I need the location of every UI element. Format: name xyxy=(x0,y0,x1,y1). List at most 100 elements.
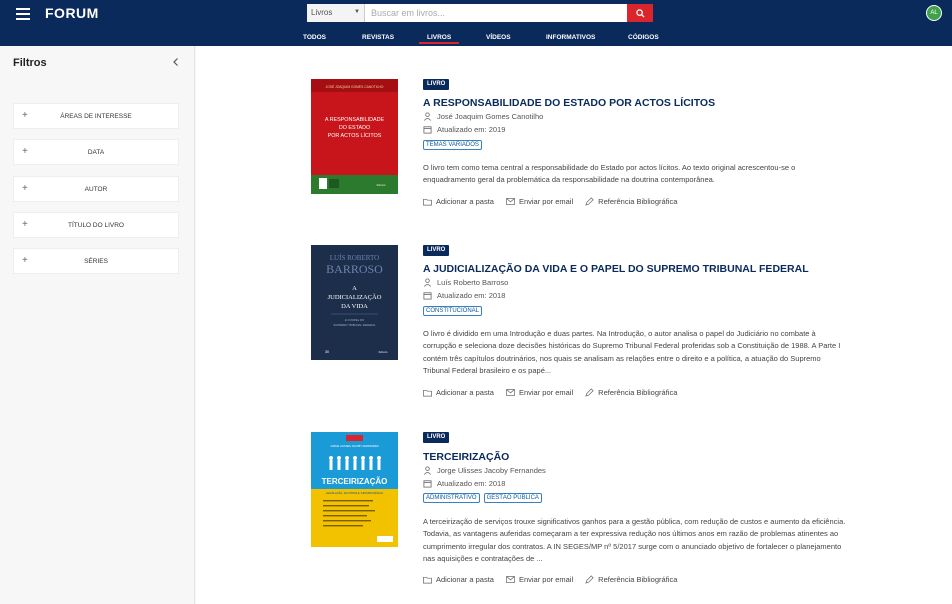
filter-areas-de-interesse[interactable]: + ÁREAS DE INTERESSE xyxy=(13,103,179,129)
tab-revistas[interactable]: REVISTAS xyxy=(362,34,394,41)
search-button[interactable] xyxy=(627,4,653,22)
search-scope-select[interactable]: Livros ▼ xyxy=(307,4,365,22)
svg-text:A RESPONSABILIDADE: A RESPONSABILIDADE xyxy=(325,117,385,123)
book-cover[interactable]: LUÍS ROBERTO BARROSO A JUDICIALIZAÇÃO DA… xyxy=(311,245,398,360)
search-bar: Livros ▼ xyxy=(307,4,653,22)
author-name: Jorge Ulisses Jacoby Fernandes xyxy=(437,466,546,475)
add-to-folder-button[interactable]: Adicionar a pasta xyxy=(423,575,494,584)
folder-icon xyxy=(423,198,432,206)
search-input[interactable] xyxy=(365,4,627,22)
book-tags: CONSTITUCIONAL xyxy=(423,306,483,316)
user-avatar[interactable]: AL xyxy=(926,5,942,21)
action-label: Referência Bibliográfica xyxy=(598,388,678,397)
book-cover[interactable]: JOSÉ JOAQUIM GOMES CANOTILHO A RESPONSAB… xyxy=(311,79,398,194)
tab-informativos[interactable]: INFORMATIVOS xyxy=(546,34,595,41)
person-icon xyxy=(424,278,431,287)
filter-sidebar: Filtros + ÁREAS DE INTERESSE + DATA + AU… xyxy=(0,46,195,604)
action-label: Enviar por email xyxy=(518,575,574,584)
filter-label: DATA xyxy=(87,149,105,156)
bibliographic-reference-button[interactable]: Referência Bibliográfica xyxy=(585,575,677,584)
filter-series[interactable]: + SÉRIES xyxy=(13,248,179,274)
tag[interactable]: CONSTITUCIONAL xyxy=(423,306,483,316)
bibliographic-reference-button[interactable]: Referência Bibliográfica xyxy=(585,197,677,206)
book-title[interactable]: A RESPONSABILIDADE DO ESTADO POR ACTOS L… xyxy=(423,97,715,109)
pencil-icon xyxy=(585,388,594,397)
svg-text:JUDICIALIZAÇÃO: JUDICIALIZAÇÃO xyxy=(328,293,382,301)
svg-text:DA VIDA: DA VIDA xyxy=(341,303,368,310)
tag[interactable]: ADMINISTRATIVO xyxy=(423,493,480,503)
send-email-button[interactable]: Enviar por email xyxy=(506,197,573,206)
bibliographic-reference-button[interactable]: Referência Bibliográfica xyxy=(585,388,677,397)
svg-text:BARROSO: BARROSO xyxy=(326,262,383,276)
book-actions: Adicionar a pasta Enviar por email Refer… xyxy=(423,388,689,397)
book-author[interactable]: Luís Roberto Barroso xyxy=(423,278,508,287)
svg-text:SUPREMO TRIBUNAL FEDERAL: SUPREMO TRIBUNAL FEDERAL xyxy=(333,323,376,327)
author-name: Luís Roberto Barroso xyxy=(437,278,509,287)
filter-label: SÉRIES xyxy=(84,258,108,265)
book-title[interactable]: TERCEIRIZAÇÃO xyxy=(423,451,509,463)
sidebar-title: Filtros xyxy=(13,57,47,69)
top-header: FORUM Livros ▼ AL TODOS REVISTAS LIVROS … xyxy=(0,0,952,46)
book-cover[interactable]: JORGE ULISSES JACOBY FERNANDES TERCEIRIZ… xyxy=(311,432,398,547)
book-author[interactable]: José Joaquim Gomes Canotilho xyxy=(423,112,543,121)
type-badge: LIVRO xyxy=(423,79,450,90)
send-email-button[interactable]: Enviar por email xyxy=(506,388,573,397)
tab-livros[interactable]: LIVROS xyxy=(418,34,460,44)
pencil-icon xyxy=(585,575,594,584)
filter-label: TÍTULO DO LIVRO xyxy=(68,222,124,229)
svg-text:E O PAPEL DO: E O PAPEL DO xyxy=(345,318,365,322)
type-badge: LIVRO xyxy=(423,245,450,256)
svg-text:JORGE ULISSES JACOBY FERNANDES: JORGE ULISSES JACOBY FERNANDES xyxy=(330,444,379,448)
tab-codigos[interactable]: CÓDIGOS xyxy=(628,34,659,41)
email-icon xyxy=(506,576,515,583)
send-email-button[interactable]: Enviar por email xyxy=(506,575,573,584)
book-tags: TEMAS VARIADOS xyxy=(423,140,482,150)
action-label: Adicionar a pasta xyxy=(436,575,494,584)
action-label: Referência Bibliográfica xyxy=(598,197,678,206)
svg-text:30: 30 xyxy=(325,350,329,354)
filter-data[interactable]: + DATA xyxy=(13,139,179,165)
book-author[interactable]: Jorge Ulisses Jacoby Fernandes xyxy=(423,466,546,475)
book-actions: Adicionar a pasta Enviar por email Refer… xyxy=(423,197,689,206)
book-tags: ADMINISTRATIVO GESTÃO PÚBLICA xyxy=(423,493,542,503)
tab-todos[interactable]: TODOS xyxy=(303,34,326,41)
book-updated: Atualizado em: 2018 xyxy=(423,291,505,300)
cover-author-text: JOSÉ JOAQUIM GOMES CANOTILHO xyxy=(326,84,384,89)
email-icon xyxy=(506,198,515,205)
book-updated: Atualizado em: 2018 xyxy=(423,479,505,488)
category-nav: TODOS REVISTAS LIVROS VÍDEOS INFORMATIVO… xyxy=(0,31,952,46)
calendar-icon xyxy=(423,292,432,300)
chevron-down-icon: ▼ xyxy=(354,9,360,15)
book-actions: Adicionar a pasta Enviar por email Refer… xyxy=(423,575,689,584)
forum-logo[interactable]: FORUM xyxy=(45,5,99,21)
type-badge: LIVRO xyxy=(423,432,450,443)
tab-videos[interactable]: VÍDEOS xyxy=(486,34,511,41)
tag[interactable]: TEMAS VARIADOS xyxy=(423,140,482,150)
folder-icon xyxy=(423,389,432,397)
add-to-folder-button[interactable]: Adicionar a pasta xyxy=(423,197,494,206)
calendar-icon xyxy=(423,126,432,134)
svg-text:Fórum: Fórum xyxy=(379,350,388,354)
add-to-folder-button[interactable]: Adicionar a pasta xyxy=(423,388,494,397)
updated-text: Atualizado em: 2018 xyxy=(437,291,506,300)
calendar-icon xyxy=(423,480,432,488)
folder-icon xyxy=(423,576,432,584)
filter-label: ÁREAS DE INTERESSE xyxy=(60,113,132,120)
action-label: Adicionar a pasta xyxy=(436,197,494,206)
svg-text:TERCEIRIZAÇÃO: TERCEIRIZAÇÃO xyxy=(322,477,388,486)
hamburger-menu-icon[interactable] xyxy=(16,8,30,20)
action-label: Enviar por email xyxy=(518,388,574,397)
filter-label: AUTOR xyxy=(84,186,108,193)
results-list: JOSÉ JOAQUIM GOMES CANOTILHO A RESPONSAB… xyxy=(196,46,952,604)
chevron-left-icon[interactable] xyxy=(171,57,181,67)
svg-text:LUÍS ROBERTO: LUÍS ROBERTO xyxy=(330,254,379,262)
svg-text:POR ACTOS LÍCITOS: POR ACTOS LÍCITOS xyxy=(328,132,382,139)
book-description: A terceirização de serviços trouxe signi… xyxy=(423,517,846,563)
book-title[interactable]: A JUDICIALIZAÇÃO DA VIDA E O PAPEL DO SU… xyxy=(423,263,809,275)
search-icon xyxy=(635,8,645,18)
filter-titulo-do-livro[interactable]: + TÍTULO DO LIVRO xyxy=(13,212,179,238)
action-label: Referência Bibliográfica xyxy=(598,575,678,584)
author-name: José Joaquim Gomes Canotilho xyxy=(437,112,544,121)
filter-autor[interactable]: + AUTOR xyxy=(13,176,179,202)
tag[interactable]: GESTÃO PÚBLICA xyxy=(483,493,542,503)
